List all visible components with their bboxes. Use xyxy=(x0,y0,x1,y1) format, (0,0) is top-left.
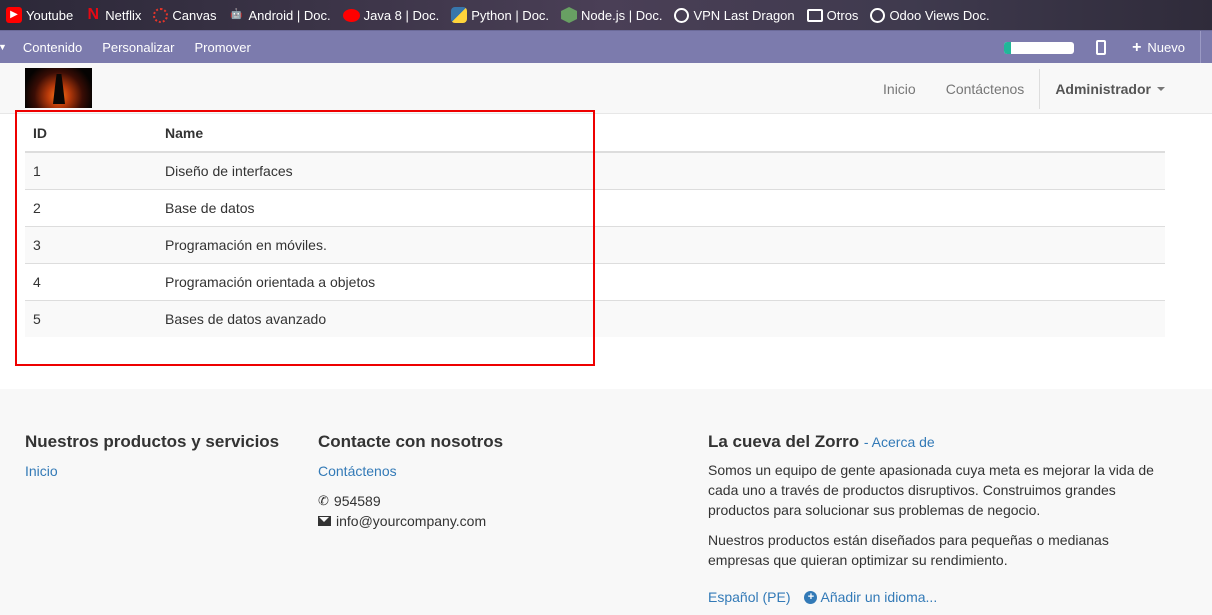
envelope-icon xyxy=(318,516,331,526)
footer-link-contactenos[interactable]: Contáctenos xyxy=(318,461,503,481)
nav-divider xyxy=(1039,68,1041,109)
menu-personalizar[interactable]: Personalizar xyxy=(102,40,174,55)
odoo-editor-bar: ▼ Contenido Personalizar Promover + Nuevo xyxy=(0,30,1212,64)
cell-id: 3 xyxy=(25,225,157,263)
bookmark-folder-otros[interactable]: Otros xyxy=(806,7,859,23)
plus-circle-icon: + xyxy=(804,590,818,604)
footer-col-contact: Contacte con nosotros Contáctenos ✆ 95458… xyxy=(318,389,503,531)
cell-name: Programación en móviles. xyxy=(157,225,1165,263)
language-current[interactable]: Español (PE) xyxy=(708,589,790,605)
cell-name: Diseño de interfaces xyxy=(157,151,1165,189)
footer-phone: ✆ 954589 xyxy=(318,491,503,511)
nav-inicio[interactable]: Inicio xyxy=(883,81,916,97)
table-row: 5 Bases de datos avanzado xyxy=(25,299,1165,337)
bookmark-vpn[interactable]: VPN Last Dragon xyxy=(674,7,795,23)
new-button[interactable]: + Nuevo xyxy=(1132,39,1185,57)
bookmarks-bar: ▶ Youtube N Netflix Canvas 🤖 Android | Doc.… xyxy=(0,0,1212,30)
bookmark-label: Android | Doc. xyxy=(248,7,331,23)
footer-contact-title: Contacte con nosotros xyxy=(318,432,504,451)
bookmark-label: Java 8 | Doc. xyxy=(363,7,440,23)
add-language-link[interactable]: + Añadir un idioma... xyxy=(804,589,937,605)
caret-down-icon[interactable]: ▼ xyxy=(0,42,7,52)
mobile-preview-icon[interactable] xyxy=(1096,40,1107,55)
editor-actions: + Nuevo xyxy=(1004,31,1212,64)
footer: Nuestros productos y servicios Inicio Co… xyxy=(0,389,1212,615)
cell-id: 1 xyxy=(25,151,157,189)
bookmark-android[interactable]: 🤖 Android | Doc. xyxy=(228,7,330,23)
courses-table-container: ID Name 1 Diseño de interfaces 2 Base de d… xyxy=(25,114,1165,337)
caret-down-icon xyxy=(1157,86,1165,91)
java-icon xyxy=(342,8,360,22)
footer-email: info@yourcompany.com xyxy=(318,511,503,531)
nodejs-icon xyxy=(561,7,578,23)
bookmark-label: Canvas xyxy=(172,7,217,23)
about-paragraph-2: Nuestros productos están diseñados para … xyxy=(708,532,1109,568)
new-label: Nuevo xyxy=(1147,40,1185,55)
email-address: info@yourcompany.com xyxy=(336,513,487,529)
header-name: Name xyxy=(157,114,1165,153)
bookmark-java[interactable]: Java 8 | Doc. xyxy=(342,7,440,23)
menu-contenido[interactable]: Contenido xyxy=(23,40,82,55)
plus-icon: + xyxy=(1132,38,1142,56)
about-link[interactable]: - Acerca de xyxy=(864,434,935,450)
folder-icon xyxy=(806,8,823,22)
footer-about-title: La cueva del Zorro - Acerca de xyxy=(708,431,1158,453)
company-name: La cueva del Zorro xyxy=(708,432,860,451)
youtube-icon: ▶ xyxy=(6,7,22,23)
bookmark-youtube[interactable]: ▶ Youtube xyxy=(6,7,73,23)
bookmark-label: Odoo Views Doc. xyxy=(889,7,990,23)
table-row: 4 Programación orientada a objetos xyxy=(25,262,1165,300)
globe-icon xyxy=(870,7,886,23)
bookmark-label: Youtube xyxy=(26,7,74,23)
progress-bar xyxy=(1004,41,1075,54)
language-selector: Español (PE) + Añadir un idioma... xyxy=(708,589,1158,605)
user-menu[interactable]: Administrador xyxy=(1055,81,1165,97)
globe-icon xyxy=(674,7,690,23)
bookmark-label: VPN Last Dragon xyxy=(693,7,795,23)
python-icon xyxy=(451,7,468,23)
table-row: 3 Programación en móviles. xyxy=(25,225,1165,263)
bar-divider xyxy=(1200,31,1212,64)
cell-name: Programación orientada a objetos xyxy=(157,262,1165,300)
bookmark-nodejs[interactable]: Node.js | Doc. xyxy=(561,7,662,23)
cell-name: Bases de datos avanzado xyxy=(157,299,1165,337)
about-paragraph-1: Somos un equipo de gente apasionada cuya… xyxy=(708,462,1154,518)
table-row: 2 Base de datos xyxy=(25,188,1165,226)
phone-number: 954589 xyxy=(333,493,381,509)
bookmark-odoo-views[interactable]: Odoo Views Doc. xyxy=(870,7,990,23)
footer-link-inicio[interactable]: Inicio xyxy=(25,461,279,481)
bookmark-label: Netflix xyxy=(105,7,142,23)
add-language-label: Añadir un idioma... xyxy=(820,589,938,605)
bookmark-netflix[interactable]: N Netflix xyxy=(85,7,141,23)
table-row: 1 Diseño de interfaces xyxy=(25,151,1165,189)
netflix-icon: N xyxy=(87,6,100,23)
cell-id: 4 xyxy=(25,262,157,300)
bookmark-label: Node.js | Doc. xyxy=(581,7,663,23)
footer-col-about: La cueva del Zorro - Acerca de Somos un … xyxy=(708,389,1158,605)
cell-id: 5 xyxy=(25,299,157,337)
bookmark-label: Otros xyxy=(826,7,859,23)
bookmark-python[interactable]: Python | Doc. xyxy=(451,7,549,23)
courses-table: ID Name 1 Diseño de interfaces 2 Base de d… xyxy=(25,114,1165,337)
editor-menu: ▼ Contenido Personalizar Promover xyxy=(0,40,271,55)
footer-col-products: Nuestros productos y servicios Inicio xyxy=(25,389,279,481)
bookmark-canvas[interactable]: Canvas xyxy=(153,7,217,23)
canvas-icon xyxy=(153,7,169,23)
bookmark-label: Python | Doc. xyxy=(471,7,550,23)
phone-icon: ✆ xyxy=(318,493,329,508)
cell-name: Base de datos xyxy=(157,188,1165,226)
site-logo[interactable] xyxy=(25,68,92,108)
table-header-row: ID Name xyxy=(25,114,1165,153)
cell-id: 2 xyxy=(25,188,157,226)
nav-links: Inicio Contáctenos Administrador xyxy=(853,63,1165,114)
footer-products-title: Nuestros productos y servicios xyxy=(25,432,280,451)
menu-promover[interactable]: Promover xyxy=(194,40,250,55)
header-id: ID xyxy=(25,114,157,153)
progress-fill xyxy=(1004,41,1012,54)
nav-contactenos[interactable]: Contáctenos xyxy=(946,81,1025,97)
android-icon: 🤖 xyxy=(230,9,243,20)
user-name: Administrador xyxy=(1055,80,1151,97)
website-navbar: Inicio Contáctenos Administrador xyxy=(0,63,1212,114)
